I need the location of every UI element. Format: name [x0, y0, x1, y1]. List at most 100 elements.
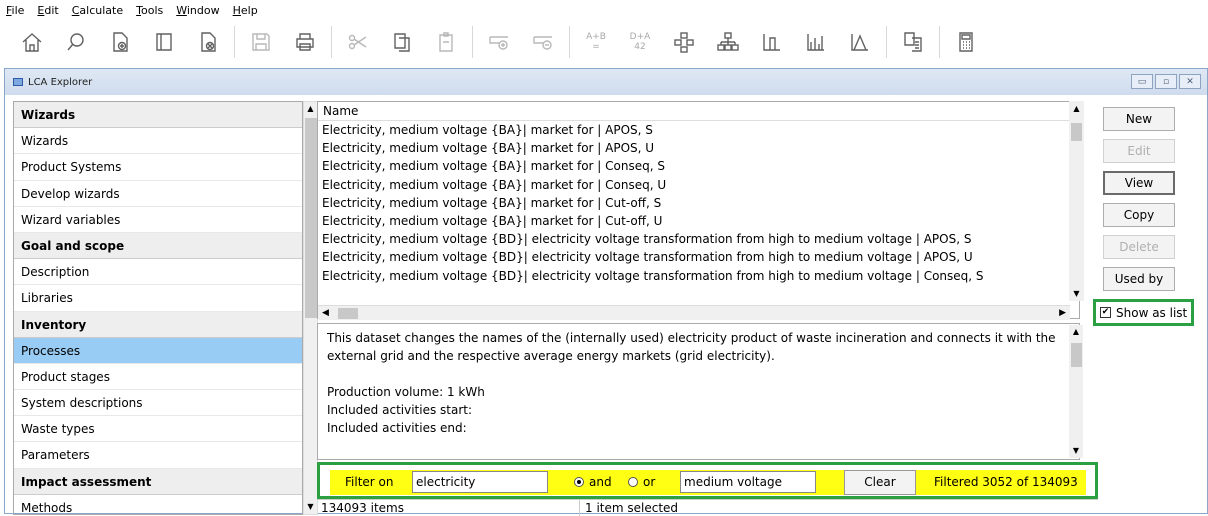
add-icon[interactable]: [477, 23, 521, 61]
home-icon[interactable]: [10, 23, 54, 61]
table-row[interactable]: Electricity, medium voltage {BA}| market…: [318, 139, 1079, 157]
status-selected: 1 item selected: [585, 501, 679, 515]
cut-icon[interactable]: [336, 23, 380, 61]
scroll-up-arrow-icon[interactable]: ▲: [304, 102, 317, 116]
scroll-thumb[interactable]: [1071, 343, 1082, 367]
toolbar-separator: [886, 26, 887, 58]
scroll-down-arrow-icon[interactable]: ▼: [1069, 444, 1083, 458]
calc-da-icon[interactable]: D+A 42: [618, 23, 662, 61]
search-icon[interactable]: [54, 23, 98, 61]
menu-tools[interactable]: Tools: [136, 4, 163, 17]
nav-item[interactable]: Processes: [14, 337, 302, 364]
toolbar-separator: [234, 26, 235, 58]
nav-item[interactable]: Libraries: [14, 285, 302, 312]
paste-icon[interactable]: [424, 23, 468, 61]
restore-button[interactable]: ▫: [1155, 74, 1177, 89]
table-row[interactable]: Electricity, medium voltage {BA}| market…: [318, 121, 1079, 139]
filter-result: Filtered 3052 of 134093: [934, 475, 1078, 489]
navigation-scrollbar[interactable]: ▲ ▼: [303, 101, 318, 515]
curve-icon[interactable]: [838, 23, 882, 61]
minimize-button[interactable]: ▭: [1131, 74, 1153, 89]
description-line: Included activities start:: [327, 403, 473, 417]
nav-section-header: Wizards: [14, 102, 302, 129]
scroll-right-arrow-icon[interactable]: ▶: [1059, 306, 1066, 320]
scroll-thumb[interactable]: [305, 118, 317, 318]
compare-icon[interactable]: [891, 23, 935, 61]
toolbar-separator: [569, 26, 570, 58]
description-line: This dataset changes the names of the (i…: [327, 331, 1056, 363]
menu-file[interactable]: File: [6, 4, 24, 17]
view-button[interactable]: View: [1103, 171, 1175, 195]
table-row[interactable]: Electricity, medium voltage {BA}| market…: [318, 212, 1079, 230]
calculator-icon[interactable]: [944, 23, 988, 61]
nav-item[interactable]: Description: [14, 259, 302, 286]
table-row[interactable]: Electricity, medium voltage {BA}| market…: [318, 176, 1079, 194]
nav-item[interactable]: System descriptions: [14, 390, 302, 417]
description-scrollbar[interactable]: ▲ ▼: [1069, 325, 1083, 458]
scroll-down-arrow-icon[interactable]: ▼: [1069, 287, 1084, 301]
network-icon[interactable]: [662, 23, 706, 61]
copy-button[interactable]: Copy: [1103, 203, 1175, 227]
filter-input-2[interactable]: medium voltage: [680, 471, 816, 493]
calc-da-bottom: 42: [634, 42, 646, 52]
calc-ab-top: A+B: [586, 32, 606, 42]
menu-help[interactable]: Help: [233, 4, 258, 17]
characterization-icon[interactable]: [794, 23, 838, 61]
action-buttons: New Edit View Copy Delete Used by: [1099, 107, 1183, 299]
filter-input-1[interactable]: electricity: [412, 471, 548, 493]
show-as-list-checkbox[interactable]: ✔ Show as list: [1093, 299, 1194, 326]
menu-window[interactable]: Window: [176, 4, 219, 17]
single-score-icon[interactable]: [750, 23, 794, 61]
scroll-thumb[interactable]: [1071, 123, 1082, 141]
nav-item[interactable]: Product Systems: [14, 154, 302, 181]
scroll-down-arrow-icon[interactable]: ▼: [304, 500, 317, 514]
nav-item[interactable]: Wizard variables: [14, 207, 302, 233]
nav-item[interactable]: Product stages: [14, 364, 302, 391]
calc-da-top: D+A: [629, 32, 651, 42]
list-horizontal-scrollbar[interactable]: ◀ ▶: [318, 305, 1070, 320]
menu-calculate[interactable]: Calculate: [72, 4, 123, 17]
filter-bar: Filter on electricity and or medium volt…: [317, 462, 1098, 499]
save-icon[interactable]: [239, 23, 283, 61]
scroll-left-arrow-icon[interactable]: ◀: [322, 306, 329, 320]
table-row[interactable]: Electricity, medium voltage {BA}| market…: [318, 157, 1079, 175]
close-button[interactable]: ✕: [1179, 74, 1201, 89]
delete-button[interactable]: Delete: [1103, 235, 1175, 259]
used-by-button[interactable]: Used by: [1103, 267, 1175, 291]
table-row[interactable]: Electricity, medium voltage {BD}| electr…: [318, 230, 1079, 248]
print-icon[interactable]: [283, 23, 327, 61]
remove-icon[interactable]: [521, 23, 565, 61]
close-document-icon[interactable]: [186, 23, 230, 61]
nav-section-header: Inventory: [14, 311, 302, 338]
scroll-up-arrow-icon[interactable]: ▲: [1069, 325, 1083, 339]
and-radio[interactable]: and: [574, 475, 612, 489]
new-document-icon[interactable]: [98, 23, 142, 61]
nav-section-header: Goal and scope: [14, 232, 302, 260]
nav-item[interactable]: Waste types: [14, 416, 302, 443]
new-button[interactable]: New: [1103, 107, 1175, 131]
table-row[interactable]: Electricity, medium voltage {BA}| market…: [318, 194, 1079, 212]
nav-item[interactable]: Develop wizards: [14, 181, 302, 207]
or-radio[interactable]: or: [628, 475, 655, 489]
nav-item[interactable]: Parameters: [14, 442, 302, 469]
tree-icon[interactable]: [706, 23, 750, 61]
menu-edit[interactable]: Edit: [37, 4, 58, 17]
clear-button[interactable]: Clear: [844, 470, 916, 495]
checkbox-check-icon[interactable]: ✔: [1100, 307, 1111, 318]
calc-ab-icon[interactable]: A+B =: [574, 23, 618, 61]
nav-item[interactable]: Wizards: [14, 128, 302, 155]
edit-button[interactable]: Edit: [1103, 139, 1175, 163]
radio-or-icon[interactable]: [628, 477, 638, 487]
window-title: LCA Explorer: [28, 76, 93, 88]
process-list: Name Electricity, medium voltage {BA}| m…: [317, 101, 1080, 319]
open-book-icon[interactable]: [142, 23, 186, 61]
copy-icon[interactable]: [380, 23, 424, 61]
scroll-up-arrow-icon[interactable]: ▲: [1069, 101, 1084, 117]
radio-and-icon[interactable]: [574, 477, 584, 487]
scroll-thumb[interactable]: [338, 308, 358, 319]
column-header-name[interactable]: Name: [318, 102, 1079, 121]
nav-item[interactable]: Methods: [14, 495, 302, 514]
list-vertical-scrollbar[interactable]: ▲ ▼: [1069, 101, 1084, 301]
table-row[interactable]: Electricity, medium voltage {BD}| electr…: [318, 267, 1079, 285]
table-row[interactable]: Electricity, medium voltage {BD}| electr…: [318, 248, 1079, 266]
